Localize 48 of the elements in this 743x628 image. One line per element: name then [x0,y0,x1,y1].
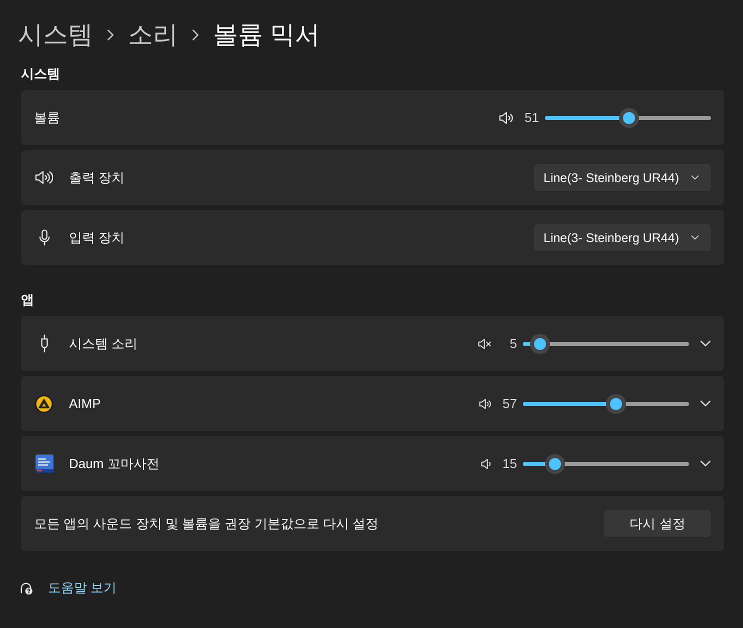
volume-reading: 15 [502,456,517,471]
breadcrumb-item: 볼륨 믹서 [213,20,320,51]
speaker-icon[interactable] [499,110,513,124]
volume-reading: 5 [508,336,517,351]
volume-slider[interactable] [523,334,689,354]
volume-reading: 57 [502,396,517,411]
app-card[interactable]: AIMP 57 [21,376,724,431]
speaker-icon [34,170,54,185]
device-dropdown[interactable]: Line(3- Steinberg UR44) [534,164,711,191]
microphone-icon [38,229,50,246]
volume-label: 볼륨 [34,108,60,126]
section-heading: 앱 [21,292,34,307]
reset-button[interactable]: 다시 설정 [604,510,711,537]
volume-slider[interactable] [523,454,689,474]
app-name: AIMP [69,396,101,411]
book-icon [34,454,54,473]
speaker-muted-icon[interactable] [478,338,491,350]
slider-thumb[interactable] [619,108,640,128]
app-card[interactable]: Daum 꼬마사전 15 [21,436,724,491]
help-link[interactable]: 도움말 보기 [48,579,117,597]
app-card[interactable]: 시스템 소리 5 [21,316,724,371]
chevron-down-icon[interactable] [700,400,710,407]
chevron-down-icon [691,175,699,180]
breadcrumb-item[interactable]: 소리 [128,19,178,51]
breadcrumb-item[interactable]: 시스템 [18,19,93,51]
slider-thumb[interactable] [544,454,565,474]
volume-slider[interactable] [545,108,711,128]
device-label: 출력 장치 [69,168,125,186]
chevron-right-icon [192,29,199,41]
device-dropdown[interactable]: Line(3- Steinberg UR44) [534,224,711,251]
chevron-right-icon [107,29,114,41]
speaker-icon[interactable] [481,458,491,470]
volume-reading: 51 [524,110,539,125]
volume-slider[interactable] [523,394,689,414]
device-label: 입력 장치 [69,228,125,246]
slider-thumb[interactable] [530,334,550,354]
triangle-circle-icon [35,394,53,412]
section-heading: 시스템 [21,66,60,81]
slider-thumb[interactable] [606,394,626,414]
app-name: 시스템 소리 [69,334,138,352]
chevron-down-icon[interactable] [700,340,710,347]
app-name: Daum 꼬마사전 [69,454,160,472]
help-icon[interactable] [20,582,33,594]
speaker-icon[interactable] [479,398,491,410]
chevron-down-icon [691,235,699,240]
reset-description: 모든 앱의 사운드 장치 및 볼륨을 권장 기본값으로 다시 설정 [34,514,379,532]
plug-icon [38,334,50,353]
chevron-down-icon[interactable] [700,460,710,467]
